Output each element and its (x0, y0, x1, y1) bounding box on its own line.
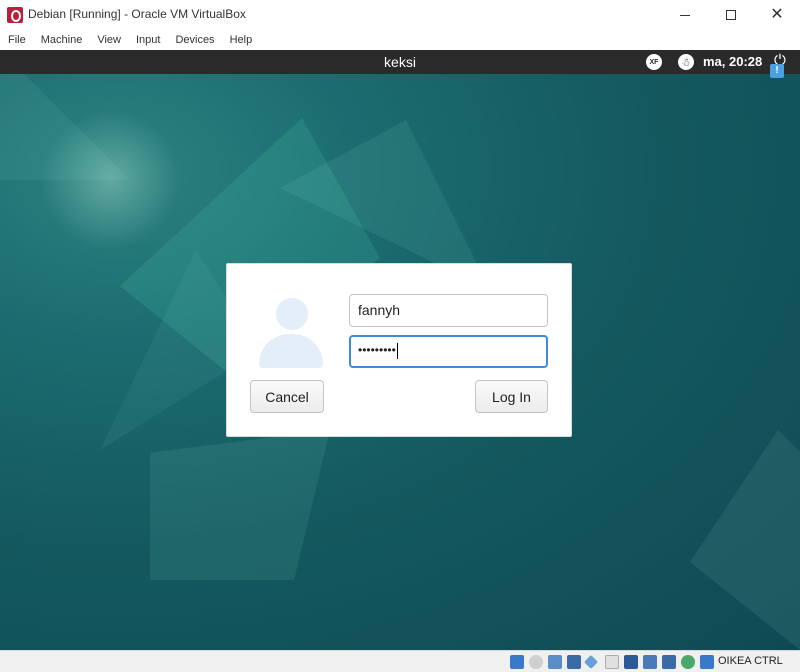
login-dialog: fannyh ••••••••• Cancel Log In (226, 263, 572, 437)
window-titlebar[interactable]: Debian [Running] - Oracle VM VirtualBox … (0, 0, 800, 30)
username-value: fannyh (358, 302, 401, 318)
wallpaper-glow (40, 110, 180, 250)
menu-input[interactable]: Input (136, 34, 160, 46)
audio-icon[interactable] (548, 655, 562, 669)
status-bar: OIKEA CTRL (0, 650, 800, 672)
wallpaper-shard (690, 430, 800, 650)
accessibility-icon[interactable]: ☃ (678, 54, 694, 70)
top-panel: keksi XF ☃ ma, 20:28 ⏻ ! (0, 50, 800, 78)
keyboard-layout-icon[interactable]: XF (646, 54, 662, 70)
close-button[interactable]: ✕ (754, 0, 800, 30)
virtualbox-app-icon (7, 7, 23, 23)
cancel-button[interactable]: Cancel (250, 380, 324, 413)
close-icon: ✕ (770, 6, 784, 23)
keyboard-capture-icon[interactable] (700, 655, 714, 669)
shared-folders-icon[interactable] (605, 655, 619, 669)
video-capture-icon[interactable] (643, 655, 657, 669)
user-avatar-icon (259, 298, 323, 368)
menu-file[interactable]: File (8, 34, 26, 46)
cpu-icon[interactable] (662, 655, 676, 669)
hard-disk-icon[interactable] (510, 655, 524, 669)
maximize-icon (726, 10, 736, 20)
optical-drive-icon[interactable] (529, 655, 543, 669)
notification-icon[interactable]: ! (770, 64, 784, 78)
window-title: Debian [Running] - Oracle VM VirtualBox (28, 7, 246, 21)
text-caret (396, 343, 398, 359)
maximize-button[interactable] (708, 0, 754, 30)
login-button[interactable]: Log In (475, 380, 548, 413)
menu-machine[interactable]: Machine (41, 34, 83, 46)
panel-clock[interactable]: ma, 20:28 (703, 54, 762, 69)
vm-screen[interactable]: keksi XF ☃ ma, 20:28 ⏻ ! fannyh ••••••••… (0, 50, 800, 650)
avatar-body (259, 334, 323, 368)
usb-icon[interactable] (583, 654, 599, 670)
avatar-head (276, 298, 308, 330)
username-field[interactable]: fannyh (349, 294, 548, 327)
minimize-icon (680, 14, 690, 16)
menu-devices[interactable]: Devices (175, 34, 214, 46)
network-icon[interactable] (567, 655, 581, 669)
menu-view[interactable]: View (97, 34, 121, 46)
wallpaper-shard (150, 430, 330, 580)
mouse-integration-icon[interactable] (681, 655, 695, 669)
minimize-button[interactable] (662, 0, 708, 30)
password-mask: ••••••••• (358, 343, 396, 358)
password-field[interactable]: ••••••••• (349, 335, 548, 368)
menu-bar: File Machine View Input Devices Help (0, 30, 800, 50)
menu-help[interactable]: Help (230, 34, 253, 46)
host-key-label: OIKEA CTRL (718, 655, 783, 667)
display-icon[interactable] (624, 655, 638, 669)
